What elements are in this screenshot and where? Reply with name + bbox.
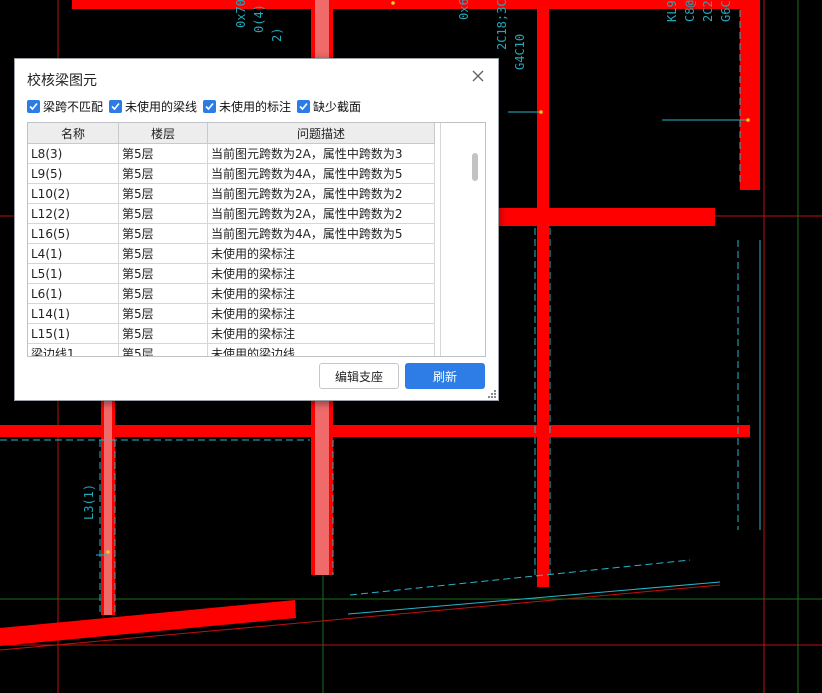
cell-description: 当前图元跨数为2A，属性中跨数为2 [207, 203, 435, 224]
dialog-title: 校核梁图元 [27, 73, 97, 89]
cell-name: 梁边线1 [28, 343, 119, 356]
refresh-button[interactable]: 刷新 [405, 363, 485, 389]
checkbox-checked-icon[interactable] [27, 100, 40, 113]
cad-annotation: 2C18;3C20 [495, 0, 509, 50]
cad-annotation: 2) [270, 28, 284, 42]
cell-description: 未使用的梁边线 [207, 343, 435, 356]
filter-label: 未使用的标注 [219, 100, 292, 114]
cell-description: 当前图元跨数为4A，属性中跨数为5 [207, 163, 435, 184]
filter-unused-annotation[interactable]: 未使用的标注 [203, 98, 291, 115]
table-row[interactable]: L12(2) 第5层 当前图元跨数为2A，属性中跨数为2 [28, 203, 435, 224]
table-row[interactable]: L15(1) 第5层 未使用的梁标注 [28, 323, 435, 344]
edit-support-button[interactable]: 编辑支座 [319, 363, 399, 389]
cad-annotation: C8@100/200(4) [683, 0, 697, 22]
cell-description: 当前图元跨数为2A，属性中跨数为2 [207, 183, 435, 204]
cell-floor: 第5层 [118, 263, 208, 284]
filter-span-mismatch[interactable]: 梁跨不匹配 [27, 98, 103, 115]
cell-description: 当前图元跨数为4A，属性中跨数为5 [207, 223, 435, 244]
filter-label: 梁跨不匹配 [43, 100, 104, 114]
check-beam-dialog: 校核梁图元 梁跨不匹配 未使用的梁线 未使用的标注 缺少截面 名称 楼层 问题描… [14, 58, 499, 401]
cell-name: L16(5) [28, 223, 119, 244]
cell-name: L10(2) [28, 183, 119, 204]
filter-label: 缺少截面 [313, 100, 362, 114]
cad-annotation: 2C25+(2C12) [701, 0, 715, 22]
checkbox-checked-icon[interactable] [297, 100, 311, 113]
table-row[interactable]: L4(1) 第5层 未使用的梁标注 [28, 243, 435, 264]
cell-name: L14(1) [28, 303, 119, 324]
cad-annotation: L3(1) [82, 484, 96, 520]
cell-floor: 第5层 [118, 303, 208, 324]
table-row[interactable]: L5(1) 第5层 未使用的梁标注 [28, 263, 435, 284]
filter-unused-beam-line[interactable]: 未使用的梁线 [109, 98, 197, 115]
column-header-name[interactable]: 名称 [28, 123, 119, 144]
table-header-row: 名称 楼层 问题描述 [28, 123, 435, 144]
table-row[interactable]: L9(5) 第5层 当前图元跨数为4A，属性中跨数为5 [28, 163, 435, 184]
cell-description: 未使用的梁标注 [207, 283, 435, 304]
column-header-floor[interactable]: 楼层 [118, 123, 208, 144]
cell-description: 未使用的梁标注 [207, 323, 435, 344]
cell-floor: 第5层 [118, 243, 208, 264]
cad-annotation: G4C10 [513, 34, 527, 70]
cell-description: 未使用的梁标注 [207, 303, 435, 324]
cell-floor: 第5层 [118, 323, 208, 344]
checkbox-checked-icon[interactable] [109, 100, 123, 113]
cell-name: L8(3) [28, 143, 119, 164]
cell-description: 当前图元跨数为2A，属性中跨数为3 [207, 143, 435, 164]
cell-floor: 第5层 [118, 163, 208, 184]
cell-name: L9(5) [28, 163, 119, 184]
cell-name: L15(1) [28, 323, 119, 344]
table-row[interactable]: L14(1) 第5层 未使用的梁标注 [28, 303, 435, 324]
cell-description: 未使用的梁标注 [207, 263, 435, 284]
cell-floor: 第5层 [118, 343, 208, 356]
table-row[interactable]: L6(1) 第5层 未使用的梁标注 [28, 283, 435, 304]
cell-description: 未使用的梁标注 [207, 243, 435, 264]
table-row[interactable]: L8(3) 第5层 当前图元跨数为2A，属性中跨数为3 [28, 143, 435, 164]
cell-name: L6(1) [28, 283, 119, 304]
cad-annotation: KL9(3) 400x750 [665, 0, 679, 22]
table-row[interactable]: L10(2) 第5层 当前图元跨数为2A，属性中跨数为2 [28, 183, 435, 204]
cell-floor: 第5层 [118, 283, 208, 304]
table-row[interactable]: 梁边线1 第5层 未使用的梁边线 [28, 343, 435, 356]
cell-name: L12(2) [28, 203, 119, 224]
filter-bar: 梁跨不匹配 未使用的梁线 未使用的标注 缺少截面 [27, 98, 367, 115]
close-icon[interactable] [470, 68, 486, 84]
cell-name: L4(1) [28, 243, 119, 264]
cell-floor: 第5层 [118, 143, 208, 164]
cad-annotation: 0(4) [252, 4, 266, 33]
column-header-description[interactable]: 问题描述 [207, 123, 435, 144]
checkbox-checked-icon[interactable] [203, 100, 217, 113]
resize-grip-icon[interactable] [488, 390, 496, 398]
table-row[interactable]: L16(5) 第5层 当前图元跨数为4A，属性中跨数为5 [28, 223, 435, 244]
cell-name: L5(1) [28, 263, 119, 284]
filter-label: 未使用的梁线 [125, 100, 198, 114]
cad-annotation: G6C12 [719, 0, 733, 22]
cad-annotation: 0x650 [457, 0, 471, 20]
cad-annotation: 0x700 [234, 0, 248, 28]
filter-missing-section[interactable]: 缺少截面 [297, 98, 361, 115]
table-scroll-area [440, 123, 485, 356]
cell-floor: 第5层 [118, 183, 208, 204]
cell-floor: 第5层 [118, 223, 208, 244]
issue-table: 名称 楼层 问题描述 L8(3) 第5层 当前图元跨数为2A，属性中跨数为3 L9(5… [27, 122, 486, 357]
scrollbar-thumb[interactable] [472, 153, 478, 181]
cell-floor: 第5层 [118, 203, 208, 224]
